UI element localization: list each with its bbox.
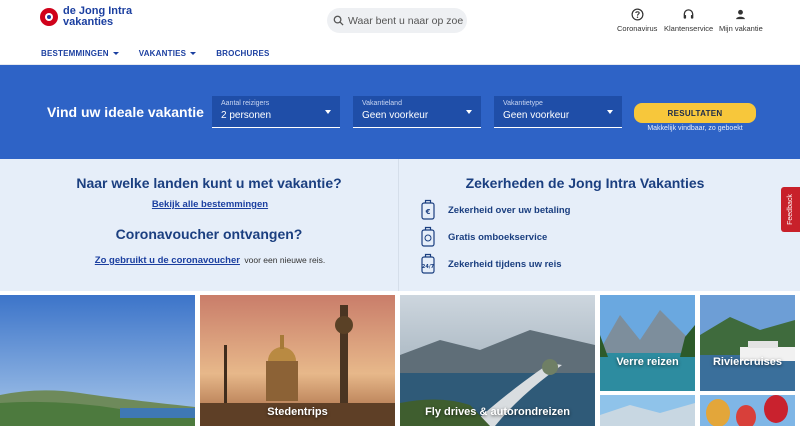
- coronavirus-label: Coronavirus: [617, 24, 658, 33]
- my-holiday-link[interactable]: Mijn vakantie: [719, 8, 763, 33]
- feedback-label: Feedback: [787, 194, 794, 225]
- customer-service-label: Klantenservice: [664, 24, 714, 33]
- chevron-down-icon: [112, 52, 119, 55]
- chevron-down-icon: [325, 110, 331, 114]
- river-photo: [700, 295, 795, 391]
- divider: [398, 159, 399, 291]
- holiday-type-select[interactable]: Vakantietype Geen voorkeur: [494, 96, 622, 128]
- usp-rebooking: Gratis omboekservice: [448, 231, 548, 243]
- suitcase-euro-icon: €: [421, 199, 435, 220]
- holiday-type-value: Geen voorkeur: [503, 110, 570, 121]
- nav-destinations-label: BESTEMMINGEN: [41, 49, 109, 58]
- customer-service-link[interactable]: Klantenservice: [664, 8, 713, 33]
- nav-brochures[interactable]: BROCHURES: [216, 49, 269, 58]
- country-label: Vakantieland: [362, 100, 402, 107]
- tile-far-trips[interactable]: Verre reizen: [600, 295, 695, 391]
- info-section: Naar welke landen kunt u met vakantie? B…: [0, 159, 800, 291]
- tile-coast[interactable]: [0, 295, 195, 426]
- tile-extra-2[interactable]: [700, 395, 795, 426]
- usp-item: € Zekerheid over uw betaling: [420, 199, 570, 221]
- tile-river-cruises-label: Riviercruises: [712, 356, 783, 368]
- coronavirus-link[interactable]: Coronavirus: [617, 8, 657, 33]
- search-icon: [333, 15, 344, 26]
- voucher-heading: Coronavoucher ontvangen?: [115, 226, 303, 242]
- feedback-tab[interactable]: Feedback: [781, 187, 800, 232]
- my-holiday-label: Mijn vakantie: [719, 24, 763, 33]
- tile-river-cruises[interactable]: Riviercruises: [700, 295, 795, 391]
- main-nav: BESTEMMINGEN VAKANTIES BROCHURES: [41, 49, 270, 58]
- usp-item: 24/7 Zekerheid tijdens uw reis: [420, 253, 562, 275]
- coast-photo: [0, 295, 195, 426]
- chevron-down-icon: [607, 110, 613, 114]
- tile-fly-drives-label: Fly drives & autorondreizen: [425, 406, 570, 418]
- tile-far-trips-label: Verre reizen: [616, 356, 679, 368]
- voucher-line: Zo gebruikt u de coronavoucher voor een …: [0, 250, 420, 268]
- voucher-link[interactable]: Zo gebruikt u de coronavoucher: [95, 255, 240, 266]
- brand-logo[interactable]: de Jong Intra vakanties: [40, 6, 132, 28]
- svg-text:24/7: 24/7: [422, 264, 435, 270]
- results-button[interactable]: RESULTATEN: [634, 103, 756, 123]
- search-box[interactable]: [327, 8, 467, 33]
- search-input[interactable]: [348, 14, 463, 27]
- user-icon: [736, 9, 746, 20]
- finder-title: Vind uw ideale vakantie: [47, 104, 204, 120]
- nav-holidays[interactable]: VAKANTIES: [138, 49, 197, 58]
- landscape-photo: [600, 395, 695, 426]
- tile-fly-drives[interactable]: Fly drives & autorondreizen: [400, 295, 595, 426]
- results-note: Makkelijk vindbaar, zo geboekt: [647, 125, 743, 132]
- tile-city-trips-label: Stedentrips: [267, 406, 328, 418]
- lake-photo: [600, 295, 695, 391]
- headset-icon: [683, 9, 694, 19]
- site-header: de Jong Intra vakanties Coronavirus: [0, 0, 800, 65]
- all-destinations-link[interactable]: Bekijk alle bestemmingen: [0, 199, 420, 210]
- balloons-photo: [700, 395, 795, 426]
- usp-item: Gratis omboekservice: [420, 226, 547, 248]
- country-select[interactable]: Vakantieland Geen voorkeur: [353, 96, 481, 128]
- tile-city-trips[interactable]: Stedentrips: [200, 295, 395, 426]
- suitcase-24-7-icon: 24/7: [421, 253, 435, 274]
- voucher-suffix: voor een nieuwe reis.: [244, 255, 326, 265]
- nav-destinations[interactable]: BESTEMMINGEN: [41, 49, 119, 58]
- page: de Jong Intra vakanties Coronavirus: [0, 0, 800, 426]
- usp-payment: Zekerheid over uw betaling: [448, 204, 571, 216]
- tile-extra-1[interactable]: [600, 395, 695, 426]
- holiday-type-label: Vakantietype: [503, 100, 543, 107]
- certainties-heading: Zekerheden de Jong Intra Vakanties: [465, 175, 705, 191]
- nav-brochures-label: BROCHURES: [216, 49, 270, 58]
- brand-line-2: vakanties: [63, 16, 114, 28]
- chevron-down-icon: [466, 110, 472, 114]
- holiday-finder: Vind uw ideale vakantie Aantal reizigers…: [0, 65, 800, 159]
- question-circle-icon: [631, 8, 644, 21]
- brand-name: de Jong Intra vakanties: [63, 6, 132, 28]
- suitcase-rebook-icon: [421, 226, 435, 247]
- travellers-select[interactable]: Aantal reizigers 2 personen: [212, 96, 340, 128]
- logo-icon: [40, 8, 58, 26]
- usp-during-trip: Zekerheid tijdens uw reis: [448, 258, 562, 270]
- travellers-value: 2 personen: [221, 110, 272, 121]
- country-value: Geen voorkeur: [362, 110, 429, 121]
- chevron-down-icon: [190, 52, 197, 55]
- nav-holidays-label: VAKANTIES: [138, 49, 187, 58]
- travellers-label: Aantal reizigers: [221, 100, 270, 107]
- svg-text:€: €: [425, 208, 431, 216]
- countries-heading: Naar welke landen kunt u met vakantie?: [76, 175, 342, 191]
